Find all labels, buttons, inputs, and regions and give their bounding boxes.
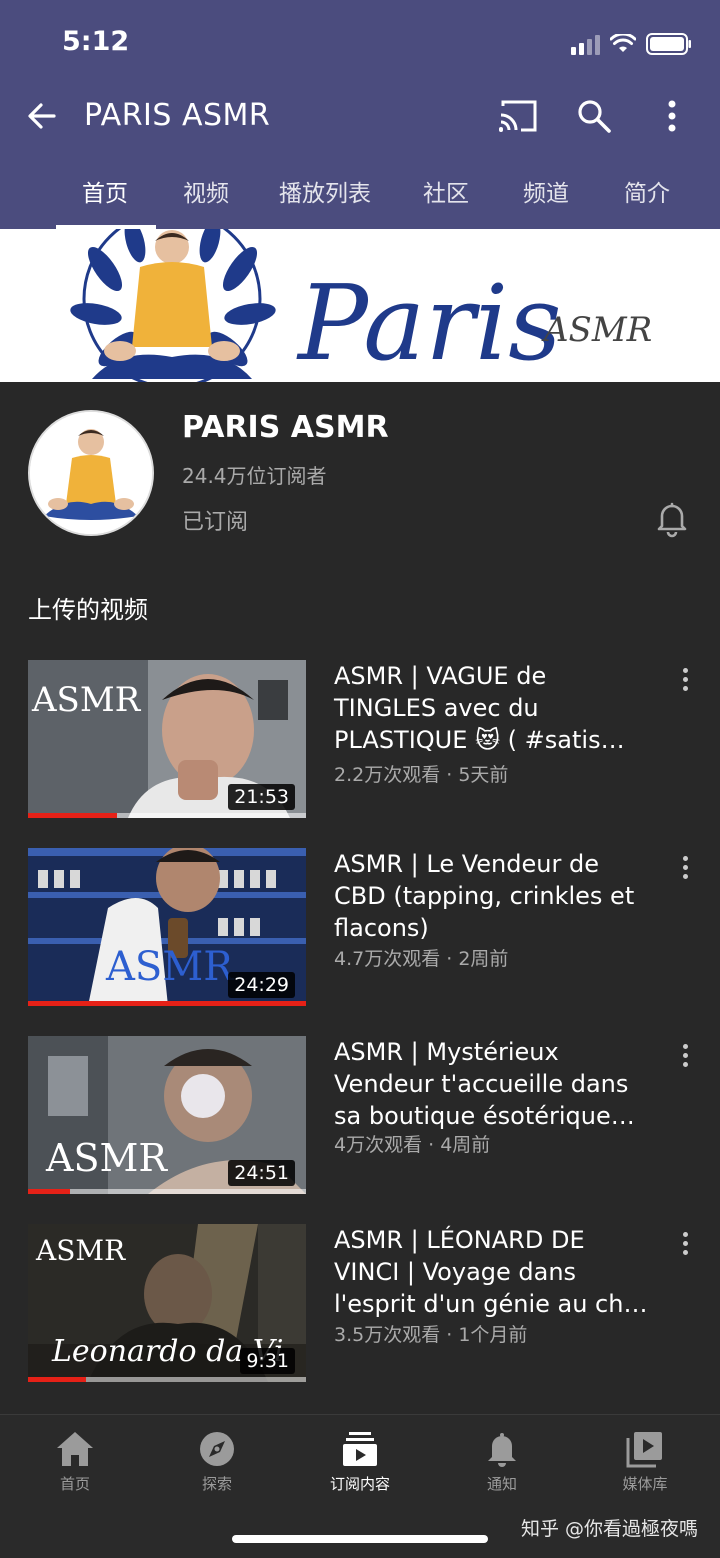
video-meta: 2.2万次观看 · 5天前 <box>334 764 509 786</box>
nav-notifications[interactable]: 通知 <box>452 1429 552 1494</box>
banner-art: Paris ASMR <box>70 229 652 382</box>
nav-subscriptions[interactable]: 订阅内容 <box>310 1429 410 1494</box>
search-icon <box>578 100 611 133</box>
library-icon <box>623 1429 667 1469</box>
thumbnail-asmr-text: ASMR <box>32 680 141 720</box>
app-bar: PARIS ASMR <box>0 86 720 146</box>
banner-asmr-text: ASMR <box>541 310 652 350</box>
video-meta: 4万次观看 · 4周前 <box>334 1134 491 1156</box>
watch-progress-bar <box>28 813 306 818</box>
cast-button[interactable] <box>496 94 540 138</box>
video-title[interactable]: ASMR | Mystérieux Vendeur t'accueille da… <box>334 1036 652 1132</box>
tab-playlists[interactable]: 播放列表 <box>279 174 371 208</box>
section-title: 上传的视频 <box>28 596 148 624</box>
video-more-button[interactable] <box>671 1226 699 1260</box>
wifi-icon <box>610 34 636 52</box>
avatar-image <box>30 412 152 534</box>
cast-icon <box>499 100 537 132</box>
more-options-button[interactable] <box>650 94 694 138</box>
nav-library[interactable]: 媒体库 <box>595 1429 695 1494</box>
status-bar: 5:12 <box>0 0 720 86</box>
video-thumbnail[interactable]: ASMR 24:29 <box>28 848 306 1006</box>
tab-channels[interactable]: 频道 <box>523 174 569 208</box>
nav-label: 首页 <box>59 1475 90 1493</box>
nav-label: 通知 <box>486 1475 517 1493</box>
video-duration: 24:51 <box>228 1160 295 1186</box>
video-duration: 24:29 <box>228 972 295 998</box>
video-meta: 3.5万次观看 · 1个月前 <box>334 1324 528 1346</box>
home-icon <box>53 1429 97 1469</box>
tab-community[interactable]: 社区 <box>423 174 469 208</box>
video-thumbnail[interactable]: ASMR 21:53 <box>28 660 306 818</box>
video-duration: 21:53 <box>228 784 295 810</box>
video-meta: 4.7万次观看 · 2周前 <box>334 948 509 970</box>
signal-icon <box>571 33 600 55</box>
video-thumbnail[interactable]: ASMR Leonardo da Vi 9:31 <box>28 1224 306 1382</box>
video-title[interactable]: ASMR | VAGUE de TINGLES avec du PLASTIQU… <box>334 660 652 756</box>
bell-icon <box>480 1429 524 1469</box>
channel-header: 5:12 PARIS ASMR 首页 视频 播放列表 社区 频道 简介 <box>0 0 720 229</box>
more-vertical-icon <box>668 100 676 132</box>
channel-name: PARIS ASMR <box>182 410 389 445</box>
video-title[interactable]: ASMR | Le Vendeur de CBD (tapping, crink… <box>334 848 652 944</box>
status-time: 5:12 <box>62 26 130 57</box>
nav-home[interactable]: 首页 <box>25 1429 125 1494</box>
watch-progress-bar <box>28 1377 306 1382</box>
nav-label: 媒体库 <box>622 1475 668 1493</box>
subscriptions-icon <box>338 1429 382 1469</box>
video-more-button[interactable] <box>671 1038 699 1072</box>
thumbnail-asmr-text: ASMR <box>36 1234 126 1267</box>
channel-info: PARIS ASMR 24.4万位订阅者 已订阅 <box>0 382 720 557</box>
video-thumbnail[interactable]: ASMR 24:51 <box>28 1036 306 1194</box>
bell-outline-icon <box>657 502 687 538</box>
thumbnail-asmr-text: ASMR <box>46 1136 167 1180</box>
search-button[interactable] <box>572 94 616 138</box>
watch-progress-bar <box>28 1001 306 1006</box>
battery-icon <box>646 33 691 55</box>
nav-label: 订阅内容 <box>329 1475 390 1493</box>
notification-bell-button[interactable] <box>652 498 692 538</box>
video-item[interactable]: ASMR 24:51 ASMR | Mystérieux Vendeur t'a… <box>0 1036 720 1206</box>
banner-script-text: Paris <box>296 262 562 382</box>
nav-explore[interactable]: 探索 <box>167 1429 267 1494</box>
video-more-button[interactable] <box>671 662 699 696</box>
status-icons <box>571 30 692 58</box>
nav-label: 探索 <box>201 1475 232 1493</box>
channel-banner: Paris ASMR <box>0 229 720 382</box>
home-indicator <box>232 1535 488 1543</box>
thumbnail-asmr-text: ASMR <box>106 944 234 990</box>
channel-tabs: 首页 视频 播放列表 社区 频道 简介 <box>0 160 720 229</box>
video-duration: 9:31 <box>240 1348 295 1374</box>
back-button[interactable] <box>22 96 62 136</box>
video-title[interactable]: ASMR | LÉONARD DE VINCI | Voyage dans l'… <box>334 1224 652 1320</box>
arrow-left-icon <box>28 103 56 129</box>
subscriber-count: 24.4万位订阅者 <box>182 464 327 488</box>
video-item[interactable]: ASMR Leonardo da Vi 9:31 ASMR | LÉONARD … <box>0 1224 720 1394</box>
video-item[interactable]: ASMR 24:29 ASMR | Le Vendeur de CBD (tap… <box>0 848 720 1018</box>
subscribed-button[interactable]: 已订阅 <box>182 504 248 536</box>
watch-progress-bar <box>28 1189 306 1194</box>
tab-home[interactable]: 首页 <box>82 174 128 208</box>
tab-about[interactable]: 简介 <box>624 174 670 208</box>
compass-icon <box>195 1429 239 1469</box>
video-item[interactable]: ASMR 21:53 ASMR | VAGUE de TINGLES avec … <box>0 660 720 830</box>
page-title: PARIS ASMR <box>84 98 271 133</box>
video-more-button[interactable] <box>671 850 699 884</box>
watermark-text: 知乎 @你看過極夜嗎 <box>520 1518 698 1540</box>
tab-videos[interactable]: 视频 <box>183 174 229 208</box>
avatar[interactable] <box>28 410 154 536</box>
